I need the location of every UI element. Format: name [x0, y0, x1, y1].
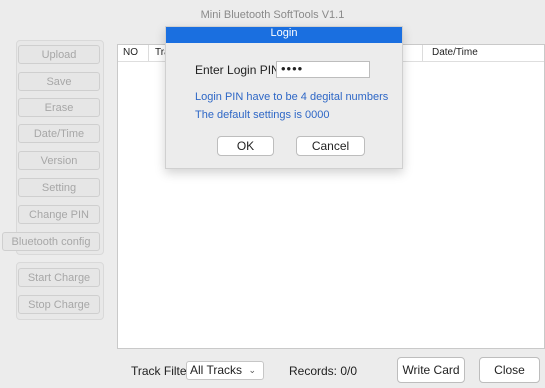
- column-date-time[interactable]: Date/Time: [432, 47, 478, 58]
- setting-button[interactable]: Setting: [18, 178, 100, 197]
- cancel-button[interactable]: Cancel: [296, 136, 365, 156]
- version-button[interactable]: Version: [18, 151, 100, 170]
- column-separator: [422, 45, 423, 61]
- bluetooth-config-button[interactable]: Bluetooth config: [2, 232, 100, 251]
- track-filter-select[interactable]: All Tracks ⌄: [186, 361, 264, 380]
- ok-button[interactable]: OK: [217, 136, 274, 156]
- pin-hint: Login PIN have to be 4 degital numbers: [195, 91, 389, 103]
- pin-label: Enter Login PIN:: [195, 63, 284, 77]
- stop-charge-button[interactable]: Stop Charge: [18, 295, 100, 314]
- close-button[interactable]: Close: [479, 357, 540, 383]
- erase-button[interactable]: Erase: [18, 98, 100, 117]
- default-pin-hint: The default settings is 0000: [195, 109, 330, 121]
- upload-button[interactable]: Upload: [18, 45, 100, 64]
- window-title: Mini Bluetooth SoftTools V1.1: [200, 9, 345, 21]
- column-no[interactable]: NO: [123, 47, 138, 58]
- dialog-title: Login: [166, 27, 402, 43]
- track-filter-label: Track Filter: [131, 364, 191, 378]
- write-card-button[interactable]: Write Card: [397, 357, 465, 383]
- chevron-down-icon: ⌄: [248, 365, 256, 375]
- column-separator: [148, 45, 149, 61]
- track-filter-value: All Tracks: [190, 363, 243, 377]
- login-dialog: Login Enter Login PIN: •••• Login PIN ha…: [165, 26, 403, 169]
- start-charge-button[interactable]: Start Charge: [18, 268, 100, 287]
- pin-input[interactable]: ••••: [276, 61, 370, 78]
- change-pin-button[interactable]: Change PIN: [18, 205, 100, 224]
- records-count: Records: 0/0: [289, 364, 358, 378]
- save-button[interactable]: Save: [18, 72, 100, 91]
- date-time-button[interactable]: Date/Time: [18, 124, 100, 143]
